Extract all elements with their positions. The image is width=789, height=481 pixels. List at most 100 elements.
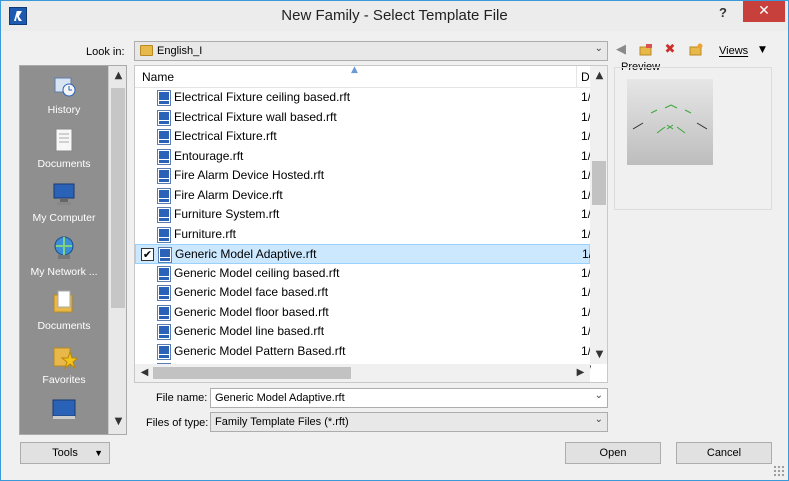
new-folder-icon[interactable] — [688, 42, 704, 58]
file-name: Fire Alarm Device.rft — [174, 187, 283, 202]
rft-file-icon — [157, 304, 171, 321]
file-name-field[interactable]: Generic Model Adaptive.rft ⌄ — [210, 388, 608, 408]
rft-file-icon — [157, 265, 171, 282]
file-row[interactable]: Generic Model Pattern Based.rft 1/ — [135, 342, 591, 362]
help-button[interactable]: ? — [713, 5, 733, 23]
place-favorites[interactable]: Favorites — [20, 342, 108, 386]
files-of-type-label: Files of type: — [146, 417, 209, 429]
place-documents[interactable]: Documents — [20, 126, 108, 170]
views-dropdown-arrow-icon[interactable]: ▼ — [759, 45, 766, 55]
places-scroll-thumb[interactable] — [111, 88, 125, 308]
rft-file-icon — [157, 187, 171, 204]
file-list-vertical-scrollbar[interactable]: ▲ ▼ — [590, 66, 607, 364]
delete-icon[interactable]: ✖ — [662, 42, 678, 58]
place-history[interactable]: History — [20, 72, 108, 116]
files-of-type-value: Family Template Files (*.rft) — [215, 416, 349, 428]
name-column-header[interactable]: Name — [142, 70, 174, 84]
file-row[interactable]: Generic Model line based.rft 1/ — [135, 322, 591, 342]
places-bar: History Documents My Computer My Network… — [19, 65, 127, 435]
place-label: My Network ... — [30, 266, 98, 278]
resize-grip-icon[interactable] — [773, 465, 785, 477]
file-row[interactable]: Electrical Fixture.rft 1/ — [135, 127, 591, 147]
checkbox[interactable]: ✔ — [141, 248, 154, 261]
file-name: Entourage.rft — [174, 148, 244, 163]
cancel-button-label: Cancel — [706, 447, 742, 459]
rft-file-icon — [157, 343, 171, 360]
place-my-computer[interactable]: My Computer — [20, 180, 108, 224]
file-list[interactable]: Name ▲ D Electrical Fixture ceiling base… — [134, 65, 608, 383]
look-in-value: English_I — [157, 45, 203, 57]
tools-button-label: Tools — [52, 447, 78, 459]
file-row[interactable]: Generic Model floor based.rft 1/ — [135, 303, 591, 323]
close-button[interactable]: ✕ — [743, 1, 785, 22]
file-row[interactable]: Generic Model ceiling based.rft 1/ — [135, 264, 591, 284]
horizontal-scroll-thumb[interactable] — [153, 367, 351, 379]
scroll-right-arrow-icon[interactable]: ▶ — [571, 367, 590, 378]
favorites-icon — [53, 347, 78, 370]
file-row[interactable]: Furniture.rft 1/ — [135, 225, 591, 245]
file-row[interactable]: ✔ Generic Model Adaptive.rft 1/ — [135, 244, 592, 264]
file-name: Electrical Fixture.rft — [174, 129, 277, 143]
file-row[interactable]: Entourage.rft 1/ — [135, 147, 591, 167]
file-row[interactable]: Electrical Fixture ceiling based.rft 1/ — [135, 88, 591, 108]
file-name: Electrical Fixture wall based.rft — [174, 109, 337, 124]
file-row[interactable]: Fire Alarm Device Hosted.rft 1/ — [135, 166, 591, 186]
file-name: Electrical Fixture ceiling based.rft — [174, 90, 351, 104]
file-row[interactable]: Generic Model face based.rft 1/ — [135, 283, 591, 303]
title-bar[interactable]: New Family - Select Template File ? ✕ — [1, 1, 788, 31]
chevron-down-icon[interactable]: ⌄ — [595, 390, 603, 401]
up-folder-icon[interactable] — [638, 42, 654, 58]
scroll-left-arrow-icon[interactable]: ◀ — [135, 367, 154, 378]
open-button-label: Open — [599, 447, 627, 459]
files-of-type-dropdown[interactable]: Family Template Files (*.rft) ⌄ — [210, 412, 608, 432]
file-name: Fire Alarm Device Hosted.rft — [174, 168, 325, 182]
rft-file-icon — [157, 148, 171, 165]
open-button[interactable]: Open — [565, 442, 661, 464]
network-icon — [54, 236, 74, 259]
place-desktop[interactable] — [20, 396, 108, 428]
look-in-dropdown[interactable]: English_I ⌄ — [134, 41, 608, 61]
rft-file-icon — [157, 324, 171, 340]
views-button[interactable]: Views — [719, 45, 748, 57]
back-arrow-icon[interactable]: ◀ — [613, 42, 629, 58]
file-row[interactable]: Fire Alarm Device.rft 1/ — [135, 186, 591, 206]
rft-file-icon — [158, 247, 172, 263]
file-name-label: File name: — [156, 392, 208, 404]
vertical-scroll-thumb[interactable] — [592, 161, 606, 205]
file-row[interactable]: Furniture System.rft 1/ — [135, 205, 591, 225]
place-label: Favorites — [42, 374, 86, 386]
rft-file-icon — [157, 226, 171, 243]
date-column-header[interactable]: D — [581, 70, 590, 84]
rft-file-icon — [157, 109, 171, 126]
template-preview-image — [627, 79, 713, 165]
file-name: Generic Model ceiling based.rft — [174, 265, 340, 280]
file-name: Generic Model Pattern Based.rft — [174, 343, 346, 358]
dialog-title: New Family - Select Template File — [281, 7, 508, 24]
file-list-horizontal-scrollbar[interactable]: ◀ ▶ — [135, 364, 590, 382]
places-scrollbar[interactable]: ▲ ▼ — [108, 66, 126, 434]
file-name: Furniture System.rft — [174, 207, 280, 221]
column-header: Name ▲ D — [135, 66, 590, 88]
place-my-network[interactable]: My Network ... — [20, 234, 108, 278]
rft-file-icon — [157, 168, 171, 184]
scroll-down-arrow-icon[interactable]: ▼ — [590, 349, 607, 360]
computer-icon — [53, 183, 75, 205]
column-divider[interactable] — [576, 66, 577, 88]
file-row[interactable]: Electrical Fixture wall based.rft 1/ — [135, 108, 591, 128]
place-label: History — [47, 104, 81, 116]
place-documents-folder[interactable]: Documents — [20, 288, 108, 332]
rft-file-icon — [157, 207, 171, 223]
folder-icon — [140, 45, 153, 56]
cancel-button[interactable]: Cancel — [676, 442, 772, 464]
chevron-down-icon: ⌄ — [594, 414, 603, 425]
tools-button[interactable]: Tools ▼ — [20, 442, 110, 464]
file-name: Generic Model line based.rft — [174, 324, 325, 338]
scroll-up-arrow-icon[interactable]: ▲ — [109, 70, 126, 81]
file-name: Generic Model face based.rft — [174, 285, 329, 299]
folder-icon — [53, 290, 73, 313]
rft-file-icon — [157, 285, 171, 301]
scroll-down-arrow-icon[interactable]: ▼ — [109, 416, 126, 427]
sort-ascending-icon: ▲ — [351, 65, 358, 75]
scroll-up-arrow-icon[interactable]: ▲ — [590, 70, 607, 81]
history-icon — [54, 77, 76, 97]
